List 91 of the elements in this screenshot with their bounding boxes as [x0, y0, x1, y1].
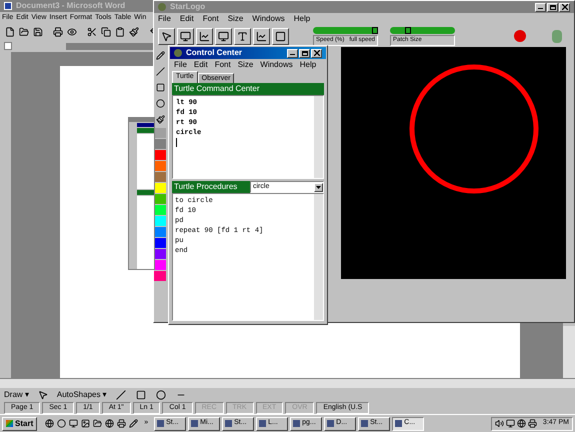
menu-item[interactable]: Edit [180, 13, 194, 25]
app-icon [259, 420, 266, 427]
preview-icon[interactable] [66, 26, 78, 38]
app-icon [225, 420, 232, 427]
monitor-icon[interactable] [215, 28, 232, 44]
menu-item[interactable]: File [158, 13, 171, 25]
maximize-button[interactable] [547, 2, 558, 12]
menu-item[interactable]: Help [300, 59, 316, 71]
quick-launch-icon[interactable] [57, 419, 66, 428]
slider-track[interactable] [390, 26, 455, 34]
color-swatch[interactable] [154, 183, 166, 193]
slider-thumb[interactable] [372, 26, 378, 34]
quick-launch-icon[interactable] [93, 419, 102, 428]
slider-track[interactable] [313, 26, 378, 34]
folder-icon[interactable] [18, 26, 30, 38]
quick-launch-icon[interactable] [129, 419, 138, 428]
color-swatch[interactable] [154, 172, 166, 182]
pointer-icon[interactable] [158, 28, 175, 44]
color-swatch[interactable] [154, 260, 166, 270]
window-title: Document3 - Microsoft Word [16, 0, 126, 12]
app-icon [361, 420, 368, 427]
new-document-icon[interactable] [4, 26, 16, 38]
printer-icon[interactable] [52, 26, 64, 38]
menu-item[interactable]: Windows [260, 59, 293, 71]
pointer-icon[interactable] [36, 389, 49, 401]
app-icon [395, 420, 402, 427]
document-icon [4, 2, 12, 10]
close-button[interactable] [311, 48, 322, 58]
menu-item[interactable]: Size [228, 13, 244, 25]
graph-icon[interactable] [253, 28, 270, 44]
maximize-button[interactable] [299, 48, 310, 58]
stop-icon[interactable] [514, 30, 526, 42]
minimize-button[interactable] [535, 2, 546, 12]
tray-icon[interactable] [528, 419, 537, 428]
color-swatch[interactable] [154, 194, 166, 204]
rectangle-icon[interactable] [134, 389, 147, 401]
slider-thumb[interactable] [404, 26, 411, 34]
tray-icon[interactable] [494, 419, 504, 428]
quick-launch-icon[interactable] [45, 419, 54, 428]
quick-launch-icon[interactable] [81, 419, 90, 428]
color-swatch[interactable] [154, 139, 166, 149]
color-swatch[interactable] [154, 150, 166, 160]
color-swatch[interactable] [154, 216, 166, 226]
color-swatch[interactable] [154, 205, 166, 215]
text-cursor [176, 138, 177, 147]
quick-launch-icon[interactable] [117, 419, 126, 428]
menu-item[interactable]: Font [202, 13, 219, 25]
close-button[interactable] [559, 2, 570, 12]
panel-header: Turtle Command Center [172, 83, 324, 95]
line-icon[interactable] [114, 389, 127, 401]
draw-menu[interactable]: Draw ▾ [4, 389, 29, 401]
brush-icon[interactable] [128, 26, 140, 38]
cut-icon[interactable] [86, 26, 98, 38]
quick-launch-icon[interactable] [105, 419, 114, 428]
color-swatch[interactable] [154, 271, 166, 281]
vertical-scrollbar[interactable] [563, 326, 575, 378]
autoshapes-menu[interactable]: AutoShapes ▾ [56, 389, 107, 401]
menu-item[interactable]: Windows [252, 13, 285, 25]
panel-header: Turtle Procedures [172, 181, 250, 193]
save-icon[interactable] [32, 26, 44, 38]
windows-logo-icon [6, 420, 13, 427]
oval-icon[interactable] [154, 389, 167, 401]
app-icon [293, 420, 300, 427]
text-icon[interactable] [234, 28, 251, 44]
app-icon [191, 420, 198, 427]
tray-icon[interactable] [506, 419, 515, 428]
menu-item[interactable]: Font [214, 59, 231, 71]
paste-icon[interactable] [114, 26, 126, 38]
menu-item[interactable]: Size [238, 59, 254, 71]
color-swatch[interactable] [154, 128, 166, 138]
color-swatch[interactable] [154, 249, 166, 259]
copy-icon[interactable] [100, 26, 112, 38]
vertical-scrollbar[interactable] [314, 96, 323, 178]
menu-item[interactable]: Help [294, 13, 310, 25]
dropdown-arrow-icon[interactable] [314, 182, 323, 192]
tray-icon[interactable] [516, 419, 526, 428]
tab-stop-icon[interactable] [4, 42, 12, 50]
color-swatch[interactable] [154, 227, 166, 237]
menu-item[interactable]: File [174, 59, 187, 71]
minimize-button[interactable] [287, 48, 298, 58]
start-button[interactable]: Start [2, 416, 38, 430]
menu-item[interactable]: Edit [194, 59, 208, 71]
color-swatch[interactable] [154, 238, 166, 248]
app-icon [327, 420, 334, 427]
window-title: StarLogo [170, 1, 206, 13]
quick-launch-icon[interactable] [69, 419, 78, 428]
vertical-scrollbar[interactable] [314, 194, 323, 320]
color-swatch[interactable] [154, 161, 166, 171]
horizontal-scrollbar[interactable] [0, 378, 575, 388]
app-icon [157, 420, 164, 427]
window-title: Control Center [186, 47, 243, 59]
